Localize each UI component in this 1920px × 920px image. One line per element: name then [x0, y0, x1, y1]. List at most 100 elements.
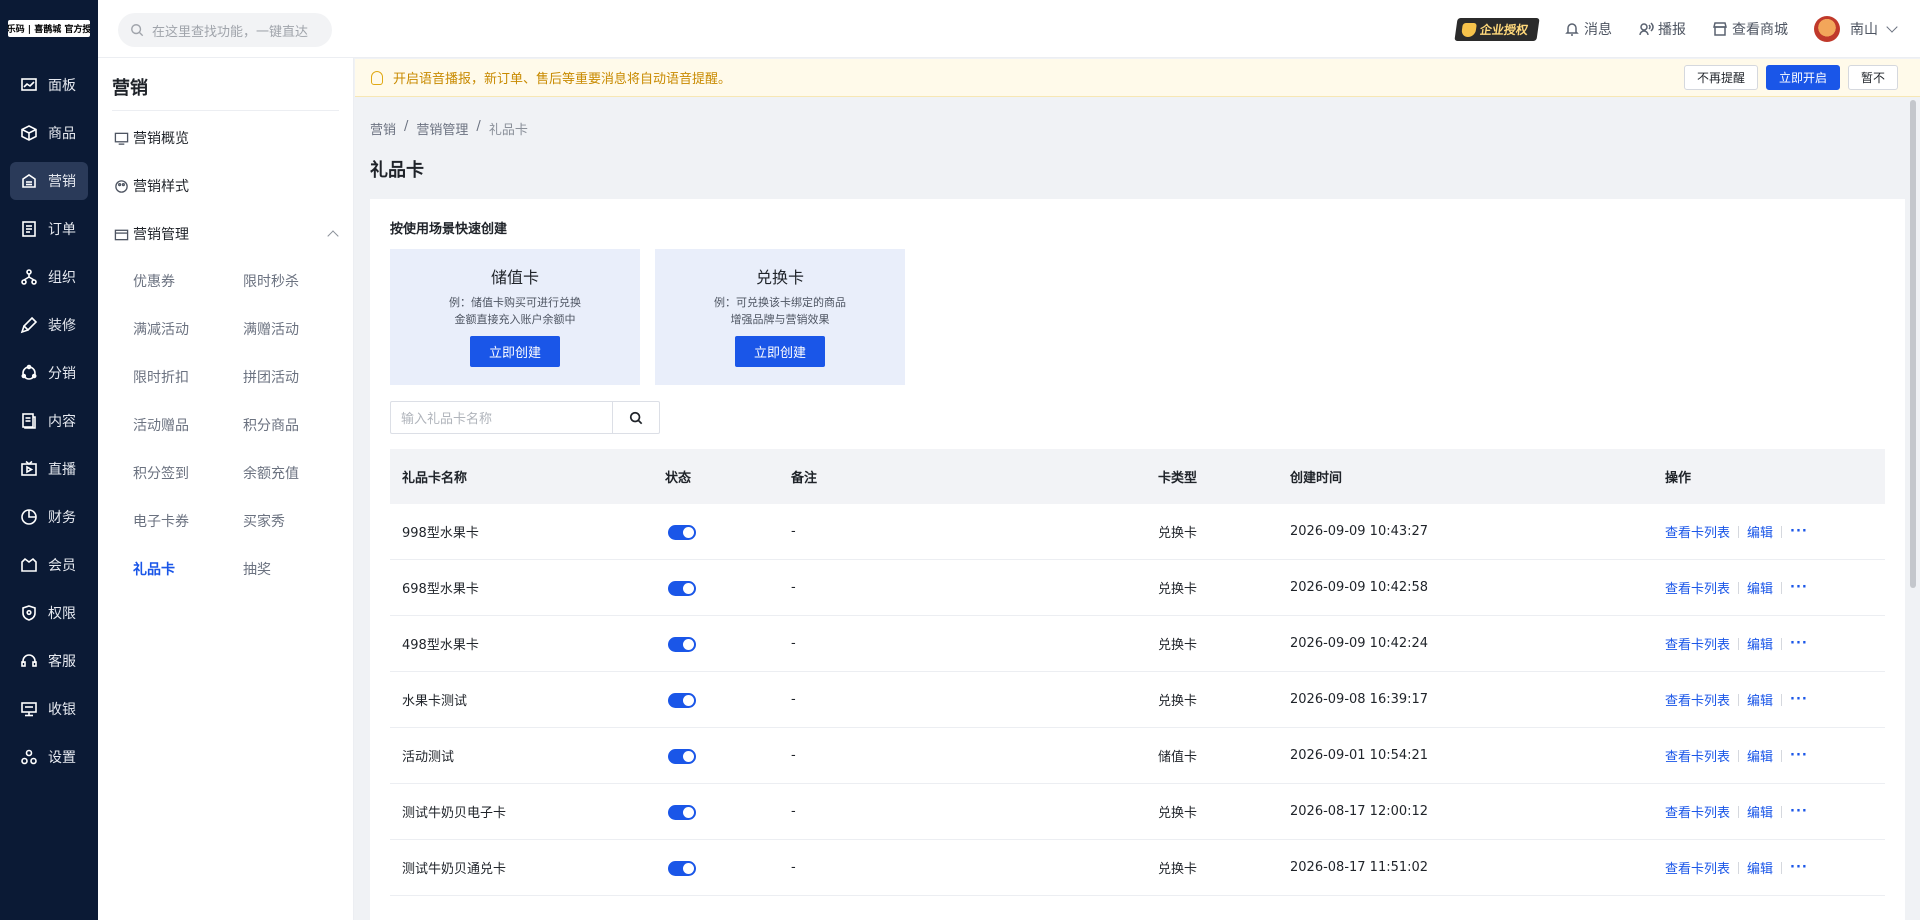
- cell-note: -: [791, 748, 796, 763]
- nav-item-7[interactable]: 内容: [10, 402, 88, 440]
- view-card-list-link[interactable]: 查看卡列表: [1665, 522, 1730, 541]
- cell-actions: 查看卡列表 编辑 ···: [1665, 858, 1885, 877]
- subnav-item-styles[interactable]: 营销样式: [114, 174, 189, 198]
- breadcrumb-item[interactable]: 营销管理: [416, 119, 468, 138]
- broadcast-link[interactable]: 播报: [1638, 19, 1686, 39]
- subnav-leaf-item[interactable]: 限时秒杀: [243, 271, 299, 291]
- status-toggle[interactable]: [668, 861, 696, 876]
- nav-item-8[interactable]: 直播: [10, 450, 88, 488]
- col-header-created: 创建时间: [1290, 471, 1343, 486]
- status-toggle[interactable]: [668, 581, 696, 596]
- cell-name: 698型水果卡: [402, 582, 479, 597]
- action-divider: [1781, 637, 1783, 650]
- cell-name: 活动测试: [402, 750, 455, 765]
- nav-item-11[interactable]: 权限: [10, 594, 88, 632]
- table-row: 活动测试 - 储值卡 2026-09-01 10:54:21 查看卡列表 编辑 ···: [390, 728, 1885, 784]
- breadcrumb-item[interactable]: 营销: [370, 119, 396, 138]
- cell-name: 498型水果卡: [402, 638, 479, 653]
- enable-now-button[interactable]: 立即开启: [1765, 65, 1840, 90]
- edit-link[interactable]: 编辑: [1747, 634, 1773, 653]
- subnav-leaf-item[interactable]: 限时折扣: [133, 367, 189, 387]
- edit-link[interactable]: 编辑: [1747, 522, 1773, 541]
- global-search-input[interactable]: 在这里查找功能，一键直达: [118, 13, 332, 47]
- search-icon: [629, 411, 643, 424]
- action-divider: [1738, 637, 1740, 650]
- status-toggle[interactable]: [668, 693, 696, 708]
- status-toggle[interactable]: [668, 805, 696, 820]
- more-actions-icon[interactable]: ···: [1790, 748, 1808, 763]
- table-row: 水果卡测试 - 兑换卡 2026-09-08 16:39:17 查看卡列表 编辑 ···: [390, 672, 1885, 728]
- breadcrumb-current: 礼品卡: [488, 123, 528, 138]
- nav-item-3[interactable]: 订单: [10, 210, 88, 248]
- subnav-item-management[interactable]: 营销管理: [114, 222, 189, 246]
- subnav-leaf-item[interactable]: 买家秀: [243, 511, 285, 531]
- cell-actions: 查看卡列表 编辑 ···: [1665, 746, 1885, 765]
- action-divider: [1781, 693, 1783, 706]
- nav-item-4[interactable]: 组织: [10, 258, 88, 296]
- edit-link[interactable]: 编辑: [1747, 578, 1773, 597]
- nav-item-label: 内容: [48, 414, 76, 430]
- view-card-list-link[interactable]: 查看卡列表: [1665, 634, 1730, 653]
- status-toggle[interactable]: [668, 749, 696, 764]
- more-actions-icon[interactable]: ···: [1790, 636, 1808, 651]
- view-card-list-link[interactable]: 查看卡列表: [1665, 746, 1730, 765]
- subnav-leaf-item[interactable]: 礼品卡: [133, 559, 175, 579]
- nav-item-1[interactable]: 商品: [10, 114, 88, 152]
- nav-item-2[interactable]: 营销: [10, 162, 88, 200]
- brand-logo: 乐乐码 | 喜鹊城 官方授权: [8, 20, 90, 37]
- subnav-leaf-item[interactable]: 活动赠品: [133, 415, 189, 435]
- nav-item-12[interactable]: 客服: [10, 642, 88, 680]
- more-actions-icon[interactable]: ···: [1790, 580, 1808, 595]
- subnav-leaf-item[interactable]: 抽奖: [243, 559, 271, 579]
- create-exchange-card-button[interactable]: 立即创建: [735, 336, 825, 367]
- nav-item-label: 商品: [48, 126, 76, 142]
- subnav-leaf-item[interactable]: 拼团活动: [243, 367, 299, 387]
- nav-item-9[interactable]: 财务: [10, 498, 88, 536]
- status-toggle[interactable]: [668, 637, 696, 652]
- gift-card-search-input[interactable]: 输入礼品卡名称: [390, 401, 612, 434]
- create-stored-value-card-button[interactable]: 立即创建: [470, 336, 560, 367]
- page-scrollbar[interactable]: [1910, 100, 1916, 588]
- enterprise-auth-badge[interactable]: 企业授权: [1454, 17, 1540, 41]
- gift-card-search-button[interactable]: [612, 401, 660, 434]
- more-actions-icon[interactable]: ···: [1790, 860, 1808, 875]
- messages-link[interactable]: 消息: [1564, 19, 1612, 39]
- nav-item-5[interactable]: 装修: [10, 306, 88, 344]
- subnav-item-overview[interactable]: 营销概览: [114, 126, 189, 150]
- view-card-list-link[interactable]: 查看卡列表: [1665, 858, 1730, 877]
- subnav-leaf-item[interactable]: 积分签到: [133, 463, 189, 483]
- subnav-leaf-item[interactable]: 满赠活动: [243, 319, 299, 339]
- subnav-leaf-item[interactable]: 余额充值: [243, 463, 299, 483]
- edit-link[interactable]: 编辑: [1747, 690, 1773, 709]
- status-toggle[interactable]: [668, 525, 696, 540]
- subnav-leaf-item[interactable]: 优惠券: [133, 271, 175, 291]
- view-card-list-link[interactable]: 查看卡列表: [1665, 578, 1730, 597]
- subnav-leaf-item[interactable]: 电子卡券: [133, 511, 189, 531]
- more-actions-icon[interactable]: ···: [1790, 804, 1808, 819]
- nav-item-10[interactable]: 会员: [10, 546, 88, 584]
- nav-item-6[interactable]: 分销: [10, 354, 88, 392]
- view-card-list-link[interactable]: 查看卡列表: [1665, 690, 1730, 709]
- later-button[interactable]: 暂不: [1847, 65, 1898, 90]
- subnav-leaf-item[interactable]: 满减活动: [133, 319, 189, 339]
- view-card-list-link[interactable]: 查看卡列表: [1665, 802, 1730, 821]
- nav-item-13[interactable]: 收银: [10, 690, 88, 728]
- view-store-link[interactable]: 查看商城: [1712, 19, 1788, 39]
- edit-link[interactable]: 编辑: [1747, 802, 1773, 821]
- chevron-up-icon[interactable]: [327, 230, 339, 242]
- cell-type: 兑换卡: [1158, 526, 1198, 541]
- org-icon: [21, 269, 37, 285]
- edit-link[interactable]: 编辑: [1747, 858, 1773, 877]
- dismiss-forever-button[interactable]: 不再提醒: [1683, 65, 1758, 90]
- subnav-leaf-item[interactable]: 积分商品: [243, 415, 299, 435]
- more-actions-icon[interactable]: ···: [1790, 692, 1808, 707]
- folder-icon: [114, 229, 129, 240]
- more-actions-icon[interactable]: ···: [1790, 524, 1808, 539]
- nav-item-0[interactable]: 面板: [10, 66, 88, 104]
- dashboard-icon: [21, 78, 37, 91]
- cell-type: 兑换卡: [1158, 582, 1198, 597]
- nav-item-14[interactable]: 设置: [10, 738, 88, 776]
- edit-link[interactable]: 编辑: [1747, 746, 1773, 765]
- user-menu[interactable]: 南山: [1814, 16, 1898, 42]
- cell-note: -: [791, 636, 796, 651]
